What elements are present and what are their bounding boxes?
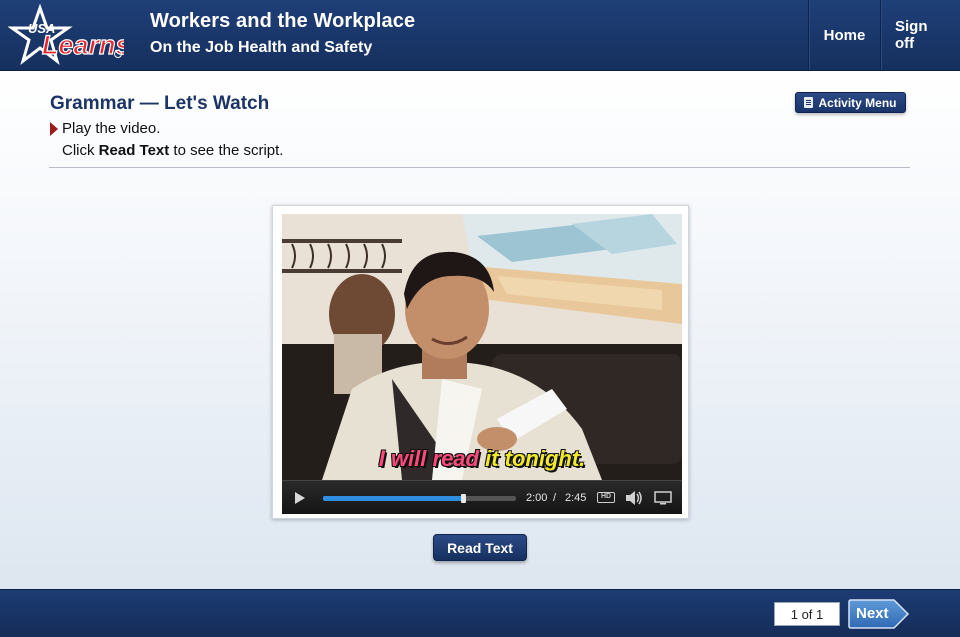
home-link[interactable]: Home xyxy=(808,0,880,70)
page-title: Grammar — Let's Watch xyxy=(50,93,270,114)
activity-menu-label: Activity Menu xyxy=(818,95,897,110)
activity-menu-button[interactable]: Activity Menu xyxy=(795,92,906,113)
instruction-prefix: Click xyxy=(62,142,99,159)
instruction-suffix: to see the script. xyxy=(169,142,284,159)
video-frame-image xyxy=(282,214,682,480)
video-caption: I will read it tonight. xyxy=(282,446,682,472)
caption-rest: it tonight. xyxy=(478,446,586,471)
course-title: Workers and the Workplace xyxy=(150,10,416,32)
page-counter: 1 of 1 xyxy=(774,602,840,626)
instruction-bold: Read Text xyxy=(98,142,170,159)
play-icon[interactable] xyxy=(295,492,305,504)
book-icon xyxy=(804,97,814,108)
sign-off-link[interactable]: Sign off xyxy=(880,0,960,70)
time-separator: / xyxy=(553,492,557,504)
next-label: Next xyxy=(856,605,889,622)
seek-handle[interactable] xyxy=(461,494,467,503)
read-text-button[interactable]: Read Text xyxy=(433,534,527,561)
instruction-play: Play the video. xyxy=(62,120,161,137)
fullscreen-icon[interactable] xyxy=(654,491,672,505)
time-current: 2:00 xyxy=(526,492,548,504)
instruction-read-text: Click Read Text to see the script. xyxy=(62,142,283,159)
top-nav: Home Sign off xyxy=(808,0,960,70)
content-area: Grammar — Let's Watch Activity Menu Play… xyxy=(0,71,960,589)
seek-progress xyxy=(323,496,464,501)
video-player[interactable]: I will read it tonight. 2:00 / 2:45 HD xyxy=(282,214,682,514)
caption-highlight: I will read xyxy=(378,446,479,471)
volume-icon[interactable] xyxy=(625,490,643,506)
header-bar: USA Learns Workers and the Workplace On … xyxy=(0,0,960,71)
arrow-right-icon xyxy=(50,122,58,136)
usa-learns-logo[interactable]: USA Learns xyxy=(7,2,131,66)
logo-text-main: Learns xyxy=(42,30,124,60)
time-total: 2:45 xyxy=(565,492,587,504)
divider xyxy=(49,167,910,168)
seek-bar[interactable] xyxy=(323,494,516,503)
next-button[interactable]: Next xyxy=(848,599,910,629)
hd-icon[interactable]: HD xyxy=(597,492,615,503)
course-subtitle: On the Job Health and Safety xyxy=(150,39,373,56)
video-frame: I will read it tonight. 2:00 / 2:45 HD xyxy=(272,205,689,519)
video-controls: 2:00 / 2:45 HD xyxy=(282,480,682,514)
footer-bar: 1 of 1 Next xyxy=(0,589,960,637)
